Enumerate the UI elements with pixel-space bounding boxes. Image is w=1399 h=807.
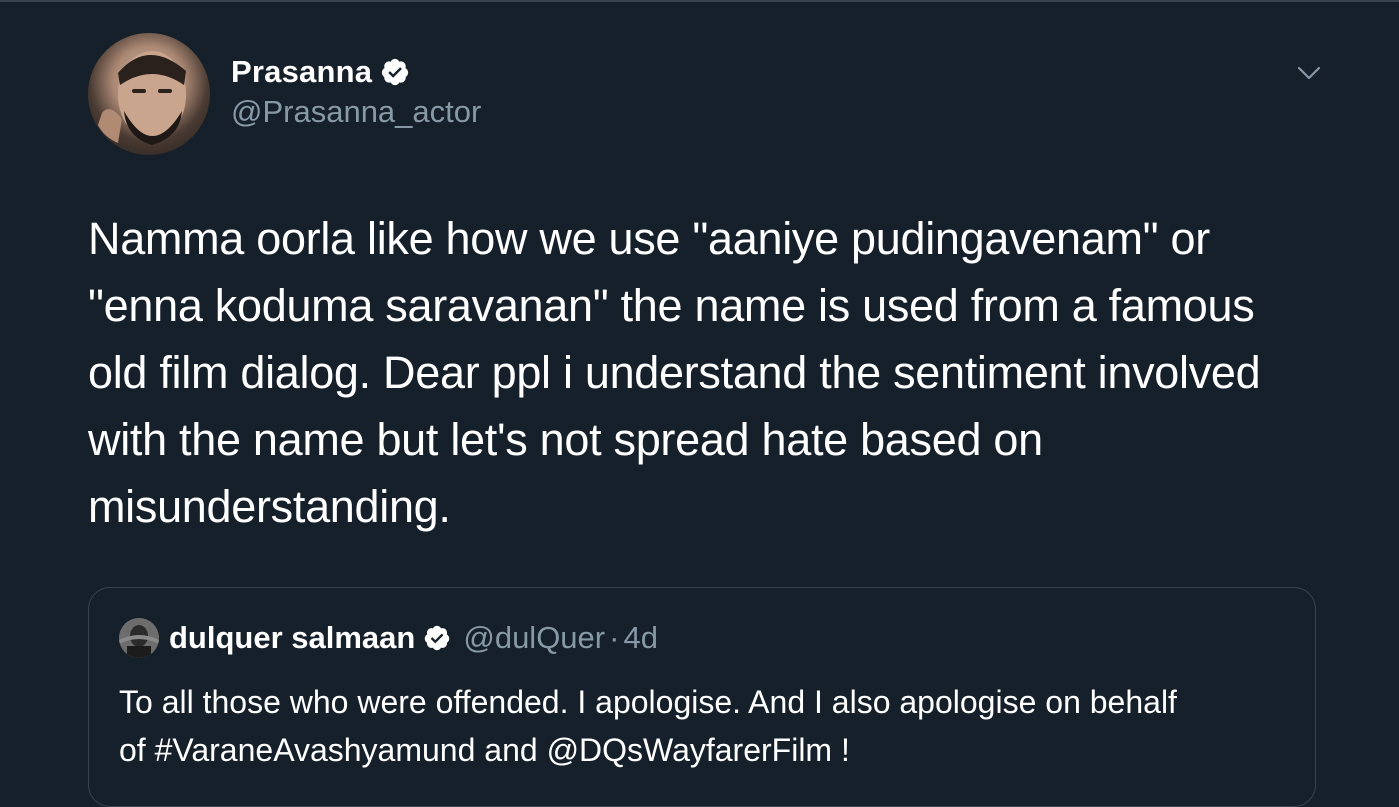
author-avatar[interactable] bbox=[88, 33, 210, 155]
quoted-tweet-timestamp[interactable]: 4d bbox=[623, 620, 657, 656]
tweet: Prasanna @Prasanna_actor Namma oorla lik… bbox=[0, 0, 1399, 807]
author-name-row: Prasanna bbox=[231, 52, 410, 92]
author-handle[interactable]: @Prasanna_actor bbox=[231, 94, 481, 130]
quoted-author-avatar[interactable] bbox=[119, 618, 159, 658]
chevron-down-icon[interactable] bbox=[1294, 58, 1324, 88]
verified-badge-icon bbox=[380, 57, 410, 87]
tweet-text: Namma oorla like how we use "aaniye pudi… bbox=[88, 213, 1261, 532]
quoted-tweet-text: To all those who were offended. I apolog… bbox=[119, 684, 1177, 768]
quoted-author-name[interactable]: dulquer salmaan bbox=[169, 620, 415, 656]
quoted-tweet-card[interactable]: dulquer salmaan @dulQuer · 4d To all tho… bbox=[88, 587, 1316, 807]
verified-badge-icon bbox=[423, 624, 451, 652]
author-name[interactable]: Prasanna bbox=[231, 54, 372, 90]
quoted-tweet-header: dulquer salmaan @dulQuer · 4d bbox=[169, 616, 658, 660]
separator-dot: · bbox=[609, 620, 620, 655]
quoted-author-handle[interactable]: @dulQuer bbox=[463, 620, 605, 656]
